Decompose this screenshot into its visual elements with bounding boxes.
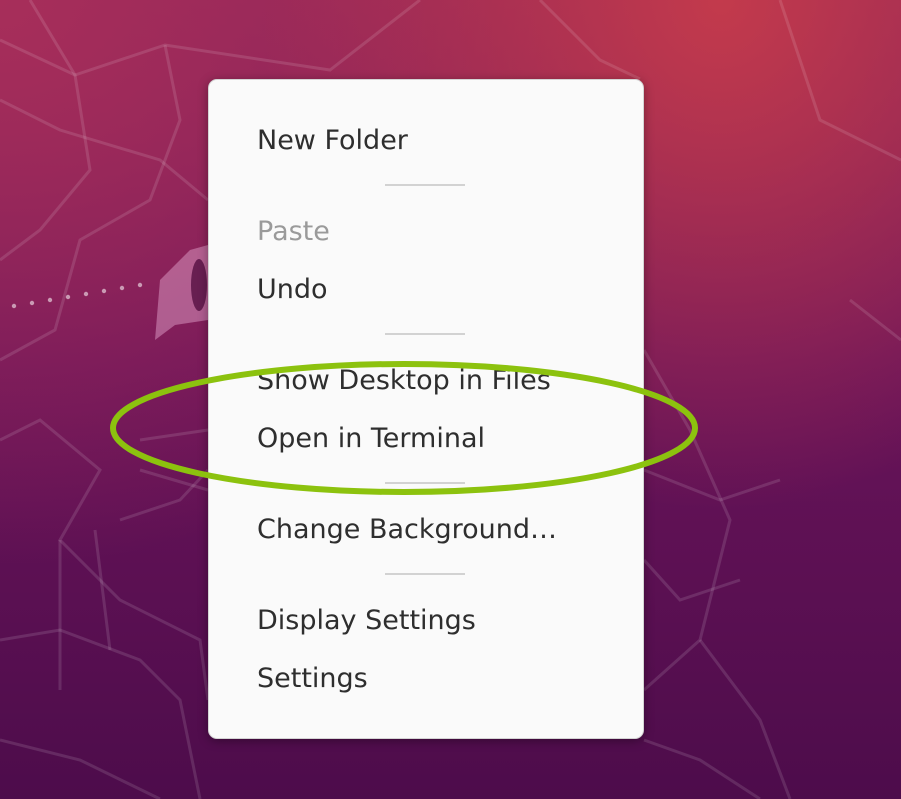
menu-separator bbox=[385, 184, 465, 186]
menu-item-show-desktop-in-files[interactable]: Show Desktop in Files bbox=[209, 355, 643, 407]
menu-item-undo[interactable]: Undo bbox=[209, 264, 643, 316]
menu-item-change-background[interactable]: Change Background… bbox=[209, 504, 643, 556]
ubuntu-focal-fossa-icon bbox=[155, 245, 208, 340]
menu-separator bbox=[385, 333, 465, 335]
menu-separator bbox=[385, 482, 465, 484]
menu-item-settings[interactable]: Settings bbox=[209, 653, 643, 705]
desktop-context-menu: New Folder Paste Undo Show Desktop in Fi… bbox=[208, 79, 644, 739]
menu-item-display-settings[interactable]: Display Settings bbox=[209, 595, 643, 647]
menu-item-paste[interactable]: Paste bbox=[209, 206, 643, 258]
menu-item-open-in-terminal[interactable]: Open in Terminal bbox=[209, 413, 643, 465]
menu-separator bbox=[385, 573, 465, 575]
menu-item-new-folder[interactable]: New Folder bbox=[209, 115, 643, 167]
